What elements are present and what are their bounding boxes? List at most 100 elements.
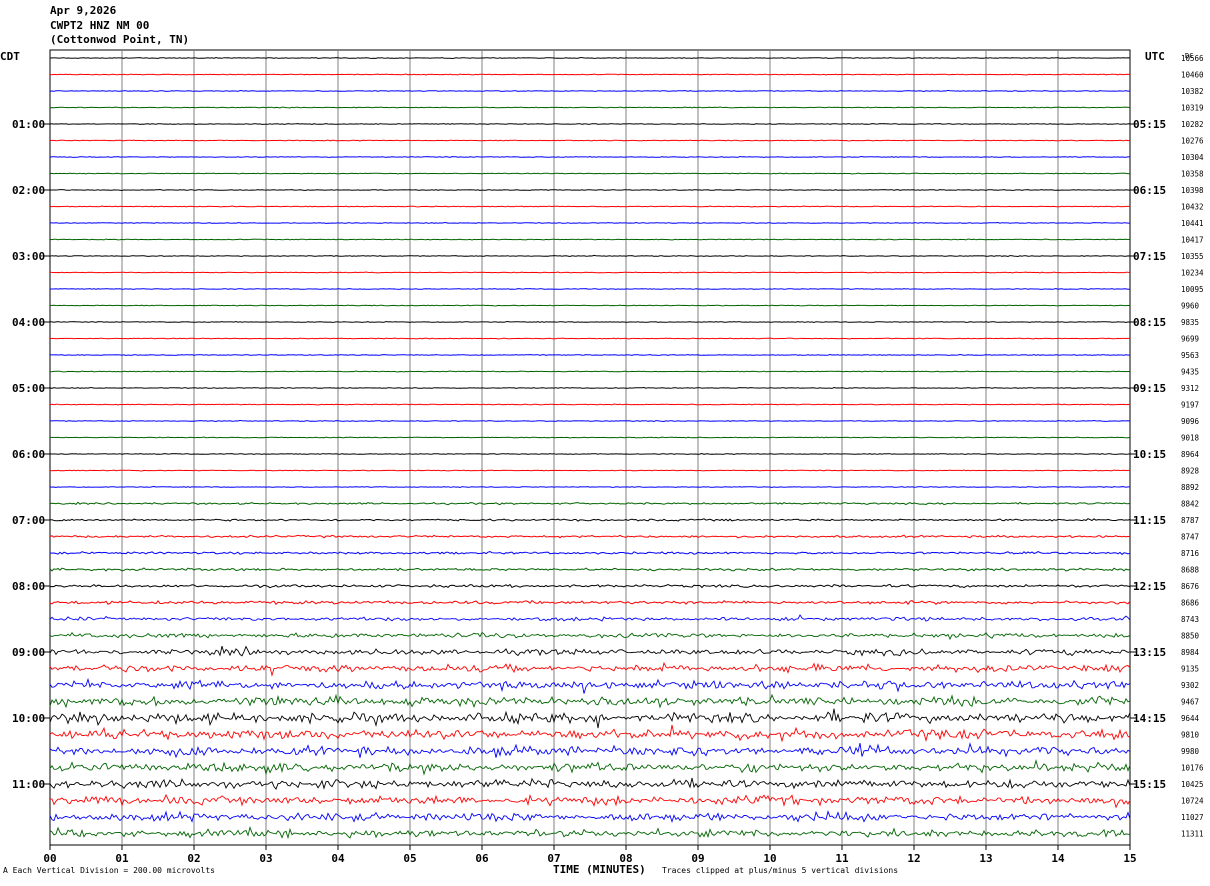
dc-value-label: 10425 (1181, 780, 1204, 789)
seismic-trace (49, 254, 1131, 258)
dc-value-label: 10276 (1181, 137, 1204, 146)
seismic-trace (49, 645, 1131, 657)
dc-value-label: 8964 (1181, 450, 1200, 459)
utc-hour-label: 13:15 (1133, 646, 1166, 659)
seismic-trace (49, 501, 1131, 506)
seismic-trace (49, 139, 1131, 142)
dc-value-label: 10355 (1181, 252, 1204, 261)
seismic-trace (50, 221, 1130, 225)
dc-value-label: 11027 (1181, 813, 1204, 822)
dc-value-label: 8743 (1181, 615, 1199, 624)
seismic-trace (49, 386, 1131, 389)
utc-time-labels: 05:15 06:15 07:15 08:15 09:15 10:15 11:15 12:15… (1130, 118, 1166, 791)
local-hour-label: 09:00 (12, 646, 45, 659)
seismic-trace (49, 56, 1131, 60)
utc-hour-label: 10:15 (1133, 448, 1166, 461)
seismic-trace (50, 287, 1131, 291)
dc-value-label: 10724 (1181, 797, 1204, 806)
seismic-trace (49, 631, 1131, 641)
dc-value-label: 10417 (1181, 236, 1204, 245)
local-hour-label: 01:00 (12, 118, 45, 131)
seismic-trace (49, 742, 1131, 759)
dc-value-label: 9810 (1181, 731, 1200, 740)
dc-value-label: 10441 (1181, 219, 1204, 228)
dc-value-label: 8676 (1181, 582, 1200, 591)
dc-value-label: 10358 (1181, 170, 1204, 179)
dc-value-label: 10304 (1181, 153, 1204, 162)
seismic-trace (49, 599, 1131, 606)
seismic-trace (49, 677, 1131, 694)
dc-value-label: 9467 (1181, 698, 1199, 707)
dc-value-label: 9980 (1181, 747, 1200, 756)
dc-value-label: 8686 (1181, 599, 1200, 608)
dc-value-label: 8688 (1181, 566, 1200, 575)
seismic-trace (49, 534, 1131, 539)
dc-value-label: 10282 (1181, 120, 1204, 129)
dc-value-label: 9835 (1181, 318, 1199, 327)
x-tick-label: 01 (115, 852, 129, 865)
dc-value-label: 10460 (1181, 71, 1204, 80)
seismic-trace (49, 188, 1131, 192)
seismic-trace (49, 567, 1131, 572)
seismic-trace (49, 370, 1130, 373)
dc-value-label: 9197 (1181, 401, 1199, 410)
seismic-trace (49, 304, 1131, 307)
clipping-note: Traces clipped at plus/minus 5 vertical … (662, 866, 899, 875)
dc-value-label: 10319 (1181, 104, 1204, 113)
x-tick-label: 05 (403, 852, 416, 865)
seismic-trace (49, 89, 1131, 93)
x-tick-label: 10 (763, 852, 776, 865)
dc-value-label: 9699 (1181, 335, 1199, 344)
seismic-trace (49, 724, 1131, 743)
helicorder-plot: 01:00 02:00 03:00 04:00 05:00 06:00 07:00 08:00… (12, 49, 1204, 865)
seismic-trace (49, 172, 1131, 175)
dc-value-label: 9960 (1181, 302, 1200, 311)
utc-hour-label: 11:15 (1133, 514, 1166, 527)
seismic-trace (49, 826, 1131, 840)
seismic-trace (49, 238, 1131, 241)
seismic-trace (49, 337, 1130, 340)
seismic-traces (49, 56, 1131, 840)
dc-value-label: 8892 (1181, 483, 1199, 492)
x-tick-label: 12 (907, 852, 920, 865)
dc-value-label: 9435 (1181, 368, 1199, 377)
local-hour-label: 07:00 (12, 514, 45, 527)
minute-gridlines (121, 50, 1059, 845)
vertical-division-note: Each Vertical Division = 200.00 microvol… (12, 866, 215, 875)
dc-value-label: 9018 (1181, 434, 1200, 443)
dc-value-label: 9135 (1181, 665, 1199, 674)
local-hour-label: 02:00 (12, 184, 45, 197)
corner-mark: A (3, 866, 8, 875)
seismic-trace (49, 708, 1131, 729)
utc-hour-label: 14:15 (1133, 712, 1166, 725)
seismic-trace (49, 205, 1130, 208)
seismic-trace (49, 469, 1130, 472)
dc-value-label: 8747 (1181, 533, 1199, 542)
seismic-trace (49, 661, 1131, 677)
seismic-trace (49, 793, 1131, 809)
x-tick-label: 06 (475, 852, 489, 865)
local-hour-label: 03:00 (12, 250, 45, 263)
x-tick-label: 00 (43, 852, 56, 865)
dc-offset-labels: 1056610460103821031910282102761030410358… (1181, 54, 1204, 839)
x-tick-label: 14 (1051, 852, 1065, 865)
seismic-trace (49, 583, 1131, 589)
dc-value-label: 10398 (1181, 186, 1204, 195)
vertical-scale-note: A Each Vertical Division = 200.00 microv… (3, 866, 215, 875)
dc-value-label: 8716 (1181, 549, 1200, 558)
local-hour-label: 11:00 (12, 778, 45, 791)
x-axis-ticks: 00 01 02 03 04 05 06 07 08 09 10 11 12 13 14 15 (43, 845, 1137, 865)
seismic-trace (49, 155, 1130, 159)
x-tick-label: 15 (1123, 852, 1136, 865)
seismic-trace (49, 693, 1131, 709)
seismic-trace (49, 123, 1131, 126)
utc-hour-label: 08:15 (1133, 316, 1166, 329)
dc-value-label: 8842 (1181, 500, 1199, 509)
local-time-labels: 01:00 02:00 03:00 04:00 05:00 06:00 07:00 08:00… (12, 118, 50, 791)
local-hour-label: 06:00 (12, 448, 45, 461)
x-axis-title: TIME (MINUTES) (553, 863, 646, 876)
dc-column-header: DC (1185, 52, 1193, 60)
plot-frame (49, 49, 1131, 846)
dc-value-label: 10432 (1181, 203, 1204, 212)
local-hour-label: 08:00 (12, 580, 45, 593)
